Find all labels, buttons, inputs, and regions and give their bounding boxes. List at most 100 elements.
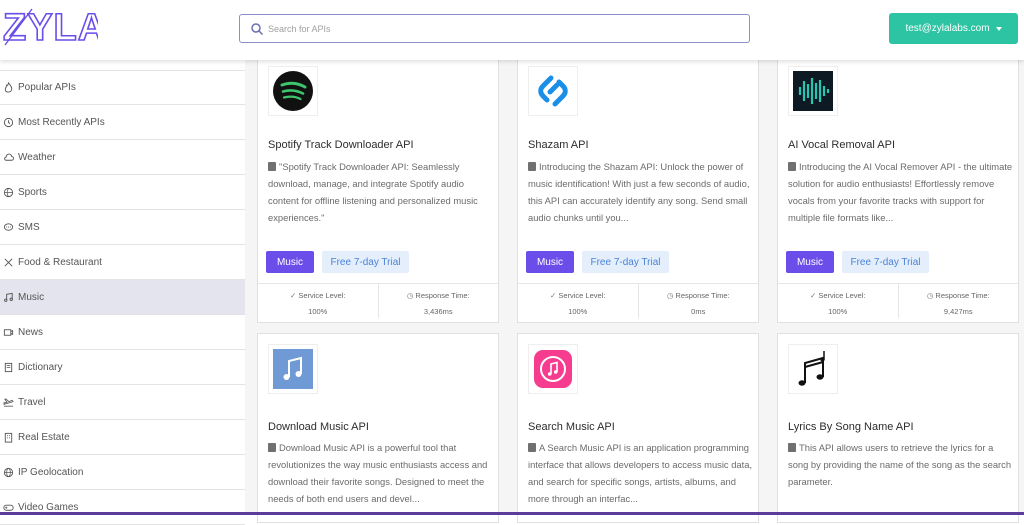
- sidebar-item-label: Travel: [18, 396, 46, 408]
- sidebar-item-most-recently-apis[interactable]: Most Recently APIs: [0, 105, 245, 140]
- api-card-title[interactable]: Spotify Track Downloader API: [268, 139, 414, 151]
- sidebar-item-label: IP Geolocation: [18, 466, 84, 478]
- service-level-value: 100%: [828, 307, 848, 316]
- book-icon: [528, 443, 536, 452]
- response-time-value: 9,427ms: [943, 307, 973, 316]
- api-card-title[interactable]: Shazam API: [528, 139, 589, 151]
- search-bar[interactable]: [239, 14, 750, 43]
- music-notes-logo-icon: [788, 344, 838, 394]
- sidebar-item-video-games[interactable]: Video Games: [0, 490, 245, 525]
- sidebar-item-food-restaurant[interactable]: Food & Restaurant: [0, 245, 245, 280]
- response-time-stat: ◷ Response Time: 0ms: [639, 284, 759, 318]
- service-level-value: 100%: [568, 307, 588, 316]
- sidebar-item-sms[interactable]: SMS: [0, 210, 245, 245]
- free-trial-badge[interactable]: Free 7-day Trial: [322, 251, 409, 273]
- globe-icon: [2, 466, 14, 478]
- itunes-logo-icon: [528, 344, 578, 394]
- sidebar-item-label: News: [18, 326, 44, 338]
- sidebar-item-popular-apis[interactable]: Popular APIs: [0, 70, 245, 105]
- api-card-search-music[interactable]: Search Music API A Search Music API is a…: [517, 333, 759, 523]
- clock-icon: ◷: [406, 291, 414, 300]
- sidebar-item-label: SMS: [18, 221, 40, 233]
- search-input[interactable]: [268, 19, 738, 39]
- response-time-stat: ◷ Response Time: 3,436ms: [379, 284, 499, 318]
- music-tag-button[interactable]: Music: [526, 251, 574, 273]
- sidebar-item-label: Sports: [18, 186, 47, 198]
- sidebar-item-music[interactable]: Music: [0, 280, 245, 315]
- sidebar-item-label: Dictionary: [18, 361, 63, 373]
- check-icon: ✓: [550, 291, 557, 300]
- ball-icon: [2, 186, 14, 198]
- sidebar-item-real-estate[interactable]: Real Estate: [0, 420, 245, 455]
- shazam-logo-icon: [528, 66, 578, 116]
- api-card-description: This API allows users to retrieve the ly…: [788, 442, 1012, 487]
- book-icon: [268, 443, 276, 452]
- category-sidebar: Popular APIs Most Recently APIs Weather …: [0, 70, 245, 525]
- message-icon: [2, 221, 14, 233]
- search-icon: [250, 22, 264, 36]
- building-icon: [2, 431, 14, 443]
- clock-icon: ◷: [926, 291, 934, 300]
- sidebar-item-travel[interactable]: Travel: [0, 385, 245, 420]
- api-card-lyrics-by-song-name[interactable]: Lyrics By Song Name API This API allows …: [777, 333, 1019, 523]
- caret-down-icon: [995, 26, 1002, 31]
- utensils-icon: [2, 256, 14, 268]
- api-card-stats: ✓ Service Level: 100% ◷ Response Time: 9,4…: [778, 283, 1018, 318]
- sidebar-item-label: Real Estate: [18, 431, 70, 443]
- sidebar-item-label: Music: [18, 291, 45, 303]
- sidebar-item-weather[interactable]: Weather: [0, 140, 245, 175]
- sidebar-item-label: Video Games: [18, 501, 79, 513]
- sidebar-item-ip-geolocation[interactable]: IP Geolocation: [0, 455, 245, 490]
- spotify-logo-icon: [268, 66, 318, 116]
- api-card-title[interactable]: AI Vocal Removal API: [788, 139, 895, 151]
- api-card-description: Introducing the Shazam API: Unlock the p…: [528, 161, 750, 223]
- waveform-logo-icon: [788, 66, 838, 116]
- api-card-grid: Spotify Track Downloader API "Spotify Tr…: [245, 55, 1024, 523]
- sidebar-item-dictionary[interactable]: Dictionary: [0, 350, 245, 385]
- fire-icon: [2, 82, 14, 94]
- api-card-description: A Search Music API is an application pro…: [528, 442, 753, 504]
- newspaper-icon: [2, 326, 14, 338]
- sidebar-item-label: Weather: [18, 151, 56, 163]
- book-icon: [2, 361, 14, 373]
- user-menu-button[interactable]: test@zylalabs.com: [889, 13, 1018, 44]
- api-card-stats: ✓ Service Level: 100% ◷ Response Time: 0ms: [518, 283, 758, 318]
- sidebar-item-sports[interactable]: Sports: [0, 175, 245, 210]
- check-icon: ✓: [290, 291, 297, 300]
- top-header: ZYLA test@zylalabs.com: [0, 0, 1024, 60]
- sidebar-item-label: Popular APIs: [18, 82, 76, 93]
- api-card-download-music[interactable]: Download Music API Download Music API is…: [257, 333, 499, 523]
- api-card-stats: ✓ Service Level: 100% ◷ Response Time: 3,4…: [258, 283, 498, 318]
- book-icon: [788, 443, 796, 452]
- book-icon: [268, 162, 276, 171]
- user-email: test@zylalabs.com: [905, 23, 990, 34]
- cloud-icon: [2, 151, 14, 163]
- sidebar-item-news[interactable]: News: [0, 315, 245, 350]
- plane-icon: [2, 396, 14, 408]
- api-card-shazam[interactable]: Shazam API Introducing the Shazam API: U…: [517, 55, 759, 323]
- clock-icon: ◷: [666, 291, 674, 300]
- api-card-ai-vocal-removal[interactable]: AI Vocal Removal API Introducing the AI …: [777, 55, 1019, 323]
- api-card-title[interactable]: Search Music API: [528, 421, 615, 433]
- api-card-description: Introducing the AI Vocal Remover API - t…: [788, 161, 1013, 223]
- response-time-stat: ◷ Response Time: 9,427ms: [899, 284, 1019, 318]
- book-icon: [528, 162, 536, 171]
- zyla-logo[interactable]: ZYLA: [2, 4, 106, 50]
- service-level-stat: ✓ Service Level: 100%: [518, 284, 639, 318]
- api-card-title[interactable]: Download Music API: [268, 421, 369, 433]
- free-trial-badge[interactable]: Free 7-day Trial: [842, 251, 929, 273]
- music-tag-button[interactable]: Music: [786, 251, 834, 273]
- api-card-spotify-track-downloader[interactable]: Spotify Track Downloader API "Spotify Tr…: [257, 55, 499, 323]
- response-time-value: 3,436ms: [423, 307, 453, 316]
- sidebar-item-label: Food & Restaurant: [18, 256, 102, 268]
- response-time-value: 0ms: [691, 307, 706, 316]
- book-icon: [788, 162, 796, 171]
- service-level-stat: ✓ Service Level: 100%: [258, 284, 379, 318]
- music-note-icon: [2, 291, 14, 303]
- free-trial-badge[interactable]: Free 7-day Trial: [582, 251, 669, 273]
- sidebar-item-label: Most Recently APIs: [18, 116, 105, 128]
- music-tag-button[interactable]: Music: [266, 251, 314, 273]
- svg-text:ZYLA: ZYLA: [3, 7, 98, 48]
- api-card-title[interactable]: Lyrics By Song Name API: [788, 421, 914, 433]
- service-level-stat: ✓ Service Level: 100%: [778, 284, 899, 318]
